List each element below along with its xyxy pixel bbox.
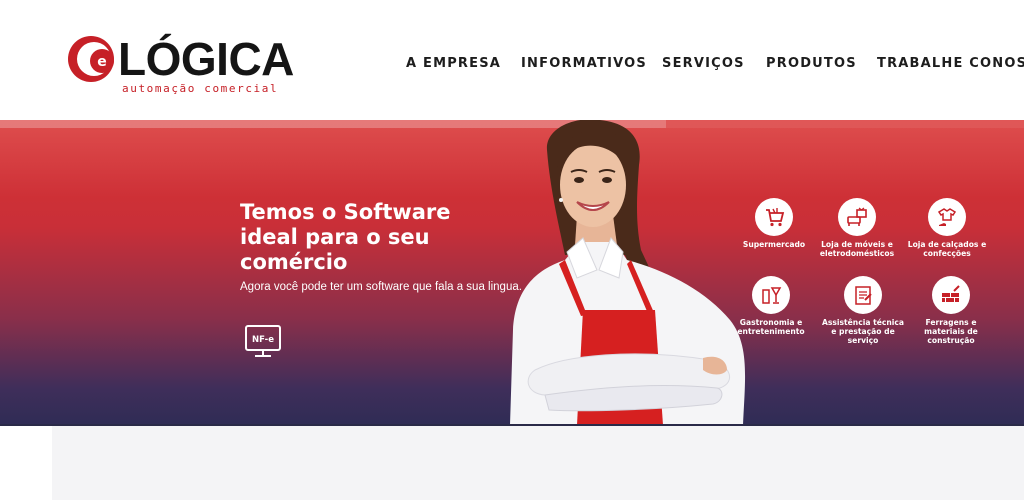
nav-produtos[interactable]: PRODUTOS: [766, 56, 857, 71]
content-area: [52, 426, 1024, 500]
svg-text:e: e: [97, 54, 107, 70]
category-supermercado[interactable]: Supermercado: [731, 198, 817, 249]
category-icon-circle: [928, 198, 966, 236]
category-label: Ferragens e materiais de construção: [924, 318, 978, 345]
logo-mark-icon: e: [68, 36, 114, 82]
category-assistencia-tecnica[interactable]: Assistência técnica e prestação de servi…: [820, 276, 906, 345]
logo-tagline: automação comercial: [122, 82, 279, 95]
tv-furniture-icon: [847, 207, 867, 226]
logo[interactable]: e LÓGICA automação comercial: [66, 30, 296, 100]
logo-wordmark: LÓGICA: [118, 33, 294, 85]
category-label: Assistência técnica e prestação de servi…: [821, 318, 904, 345]
category-ferragens[interactable]: Ferragens e materiais de construção: [908, 276, 994, 345]
hero-banner: Temos o Software ideal para o seu comérc…: [0, 120, 1024, 425]
category-gastronomia[interactable]: Gastronomia e entretenimento: [728, 276, 814, 336]
category-icon-circle: [838, 198, 876, 236]
nav-a-empresa[interactable]: A EMPRESA: [406, 56, 501, 71]
nav-servicos[interactable]: SERVIÇOS: [662, 56, 745, 71]
category-icon-circle: [755, 198, 793, 236]
nfe-monitor-icon[interactable]: NF-e: [244, 324, 282, 360]
hero-headline: Temos o Software ideal para o seu comérc…: [240, 200, 451, 274]
category-icon-circle: [752, 276, 790, 314]
category-label: Supermercado: [742, 240, 806, 249]
nfe-label: NF-e: [252, 335, 274, 345]
nav-informativos[interactable]: INFORMATIVOS: [521, 56, 647, 71]
shopping-cart-icon: [766, 208, 785, 227]
tools-document-icon: [855, 286, 872, 305]
shirt-shoe-icon: [937, 208, 957, 226]
nav-trabalhe-conosco[interactable]: TRABALHE CONOSCO: [877, 56, 1024, 71]
main-nav: A EMPRESA INFORMATIVOS SERVIÇOS PRODUTOS…: [400, 56, 1024, 76]
hero-subline: Agora você pode ter um software que fala…: [240, 281, 522, 293]
category-label: Loja de calçados e confecções: [907, 240, 987, 258]
category-icon-circle: [932, 276, 970, 314]
site-header: e LÓGICA automação comercial A EMPRESA I…: [0, 0, 1024, 120]
category-icon-circle: [844, 276, 882, 314]
drinks-icon: [762, 287, 782, 304]
category-moveis-eletrodomesticos[interactable]: Loja de móveis e eletrodomésticos: [814, 198, 900, 258]
category-calcados-confeccoes[interactable]: Loja de calçados e confecções: [904, 198, 990, 258]
bricks-icon: [942, 285, 960, 302]
category-label: Loja de móveis e eletrodomésticos: [819, 240, 895, 258]
hero-woman-image: [510, 120, 746, 425]
category-label: Gastronomia e entretenimento: [737, 318, 805, 336]
